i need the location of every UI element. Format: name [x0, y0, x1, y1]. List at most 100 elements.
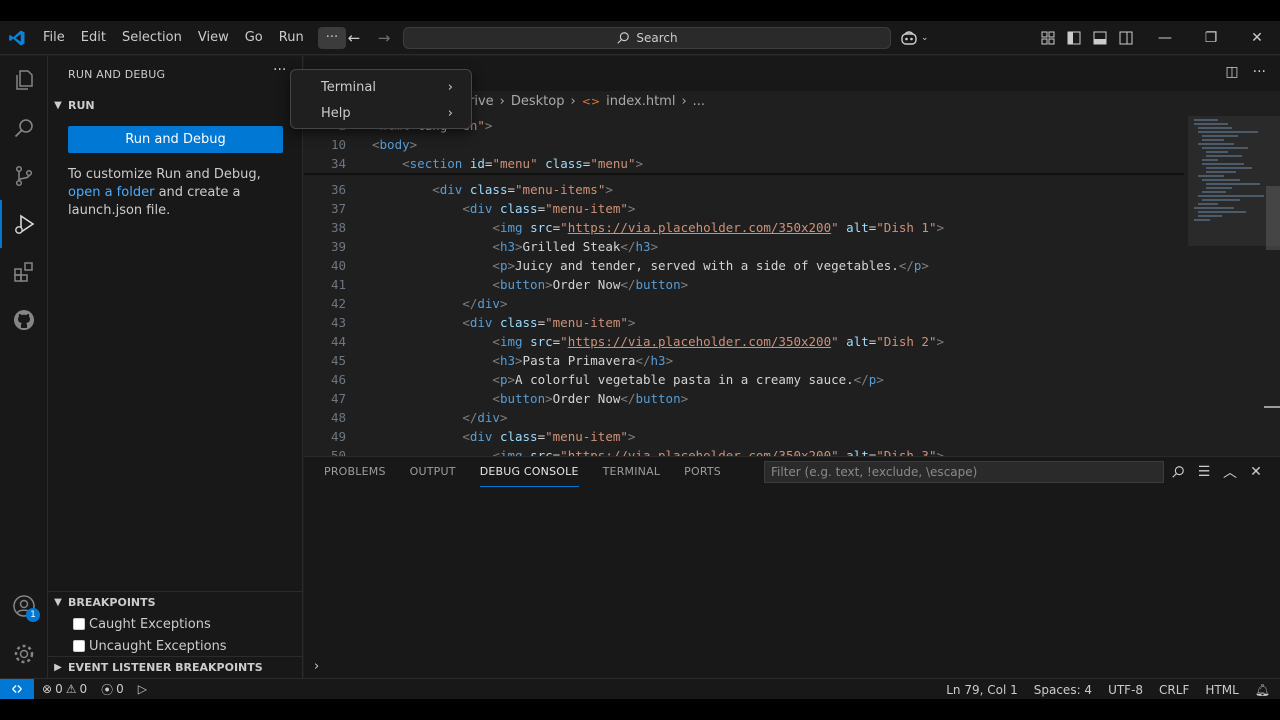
event-listener-breakpoints-header[interactable]: ▶ EVENT LISTENER BREAKPOINTS [48, 656, 303, 678]
menu-view[interactable]: View [190, 27, 237, 49]
copilot-menu[interactable]: ⌄ [900, 30, 929, 46]
ports-status[interactable]: ⦿ 0 [101, 681, 124, 698]
notifications-bell-icon[interactable]: 🔔︎ [1255, 683, 1270, 697]
checkbox[interactable] [73, 618, 85, 630]
explorer-icon[interactable] [0, 56, 48, 104]
maximize-panel-icon[interactable]: ︿ [1222, 461, 1238, 483]
breadcrumb-symbol[interactable]: ... [693, 94, 705, 109]
code-line[interactable]: 40 <p>Juicy and tender, served with a si… [304, 256, 1184, 275]
language-mode[interactable]: HTML [1205, 683, 1238, 697]
manage-gear-icon[interactable] [0, 630, 48, 678]
breadcrumb-file[interactable]: index.html [606, 94, 675, 109]
breakpoints-header[interactable]: ▼ BREAKPOINTS [48, 591, 303, 613]
menu-terminal[interactable]: Terminal › [291, 74, 471, 100]
close-icon[interactable]: ✕ [1234, 21, 1280, 55]
code-view[interactable]: 2<html lang="en">10<body>34 <section id=… [304, 116, 1184, 456]
split-editor-icon[interactable]: ◫ [1225, 64, 1238, 80]
code-line[interactable]: 47 <button>Order Now</button> [304, 389, 1184, 408]
code-line[interactable]: 49 <div class="menu-item"> [304, 427, 1184, 446]
clear-console-icon[interactable]: ☰ [1196, 461, 1212, 483]
more-actions-icon[interactable]: ··· [1253, 64, 1266, 80]
code-line[interactable]: 50 <img src="https://via.placeholder.com… [304, 446, 1184, 456]
minimap[interactable] [1188, 116, 1280, 456]
code-line[interactable]: 39 <h3>Grilled Steak</h3> [304, 237, 1184, 256]
command-center-search[interactable]: Search [403, 27, 891, 49]
run-and-debug-button[interactable]: Run and Debug [68, 126, 283, 153]
code-line[interactable]: 44 <img src="https://via.placeholder.com… [304, 332, 1184, 351]
editor-scrollbar-thumb[interactable] [1266, 186, 1280, 250]
checkbox[interactable] [73, 640, 85, 652]
tab-debug-console[interactable]: DEBUG CONSOLE [479, 457, 579, 487]
code-line[interactable]: 37 <div class="menu-item"> [304, 199, 1184, 218]
code-line[interactable]: 43 <div class="menu-item"> [304, 313, 1184, 332]
code-token: = [537, 201, 546, 216]
close-panel-icon[interactable]: ✕ [1248, 461, 1264, 483]
open-folder-link[interactable]: open a folder [68, 185, 154, 200]
search-view-icon[interactable] [0, 104, 48, 152]
tab-terminal[interactable]: TERMINAL [603, 457, 661, 487]
menu-edit[interactable]: Edit [73, 27, 114, 49]
code-line[interactable]: 36 <div class="menu-items"> [304, 180, 1184, 199]
sticky-scroll-line[interactable]: 34 <section id="menu" class="menu"> [304, 154, 1184, 173]
breakpoint-uncaught-exceptions[interactable]: Uncaught Exceptions [73, 635, 227, 657]
search-icon [617, 32, 630, 44]
search-icon[interactable] [1170, 461, 1186, 483]
line-number: 46 [330, 372, 346, 387]
code-line[interactable]: 41 <button>Order Now</button> [304, 275, 1184, 294]
cursor-position[interactable]: Ln 79, Col 1 [946, 683, 1018, 697]
remote-indicator-icon[interactable] [0, 678, 34, 700]
end-of-line[interactable]: CRLF [1159, 683, 1189, 697]
menu-selection[interactable]: Selection [114, 27, 190, 49]
vscode-window: File Edit Selection View Go Run ··· ← → … [0, 21, 1280, 700]
code-token: > [936, 448, 945, 456]
extensions-icon[interactable] [0, 248, 48, 296]
menu-go[interactable]: Go [237, 27, 271, 49]
code-line[interactable]: 42 </div> [304, 294, 1184, 313]
breakpoint-caught-exceptions[interactable]: Caught Exceptions [73, 613, 211, 635]
debug-launch-icon[interactable]: ▷ [138, 682, 147, 696]
toggle-secondary-sidebar-icon[interactable] [1118, 30, 1134, 46]
debug-console-filter-input[interactable]: Filter (e.g. text, !exclude, \escape) [764, 461, 1164, 483]
source-control-icon[interactable] [0, 152, 48, 200]
menu-help[interactable]: Help › [291, 100, 471, 126]
encoding[interactable]: UTF-8 [1108, 683, 1143, 697]
tab-ports[interactable]: PORTS [684, 457, 721, 487]
code-token: > [507, 372, 516, 387]
repl-input-prompt-icon[interactable]: › [314, 659, 319, 674]
toggle-primary-sidebar-icon[interactable] [1066, 30, 1082, 46]
code-line[interactable]: 48 </div> [304, 408, 1184, 427]
go-forward-icon[interactable]: → [373, 28, 395, 48]
sticky-scroll-shadow [304, 173, 1184, 176]
problems-status[interactable]: ⊗ 0 ⚠ 0 [42, 682, 87, 696]
customize-layout-icon[interactable] [1040, 30, 1056, 46]
overflow-menu-dropdown: Terminal › Help › [290, 69, 472, 129]
menu-more[interactable]: ··· [317, 27, 347, 49]
views-more-actions-icon[interactable]: ··· [273, 62, 286, 78]
breadcrumb-folder[interactable]: Desktop [511, 94, 565, 109]
run-section-header[interactable]: ▼ RUN [48, 94, 303, 116]
run-and-debug-icon[interactable] [0, 200, 48, 248]
accounts-icon[interactable]: 1 [0, 582, 48, 630]
minimize-icon[interactable]: — [1142, 21, 1188, 55]
go-back-icon[interactable]: ← [343, 28, 365, 48]
code-token: src [530, 334, 553, 349]
code-token: https://via.placeholder.com/350x200 [567, 220, 832, 235]
code-line[interactable]: 46 <p>A colorful vegetable pasta in a cr… [304, 370, 1184, 389]
sticky-scroll-line[interactable]: 10 <body> [304, 135, 1184, 154]
toggle-panel-icon[interactable] [1092, 30, 1108, 46]
code-token: class [545, 156, 583, 171]
menu-file[interactable]: File [35, 27, 73, 49]
code-line[interactable]: 38 <img src="https://via.placeholder.com… [304, 218, 1184, 237]
breadcrumb-folder[interactable]: rive [469, 94, 494, 109]
indentation[interactable]: Spaces: 4 [1034, 683, 1092, 697]
restore-icon[interactable]: ❐ [1188, 21, 1234, 55]
menu-run[interactable]: Run [271, 27, 312, 49]
github-icon[interactable] [0, 296, 48, 344]
tab-output[interactable]: OUTPUT [410, 457, 456, 487]
code-token: " [560, 448, 568, 456]
code-token: class [469, 182, 508, 197]
code-line[interactable]: 45 <h3>Pasta Primavera</h3> [304, 351, 1184, 370]
tab-problems[interactable]: PROBLEMS [324, 457, 386, 487]
breadcrumb: rive › Desktop › <> index.html › ... [469, 94, 705, 109]
